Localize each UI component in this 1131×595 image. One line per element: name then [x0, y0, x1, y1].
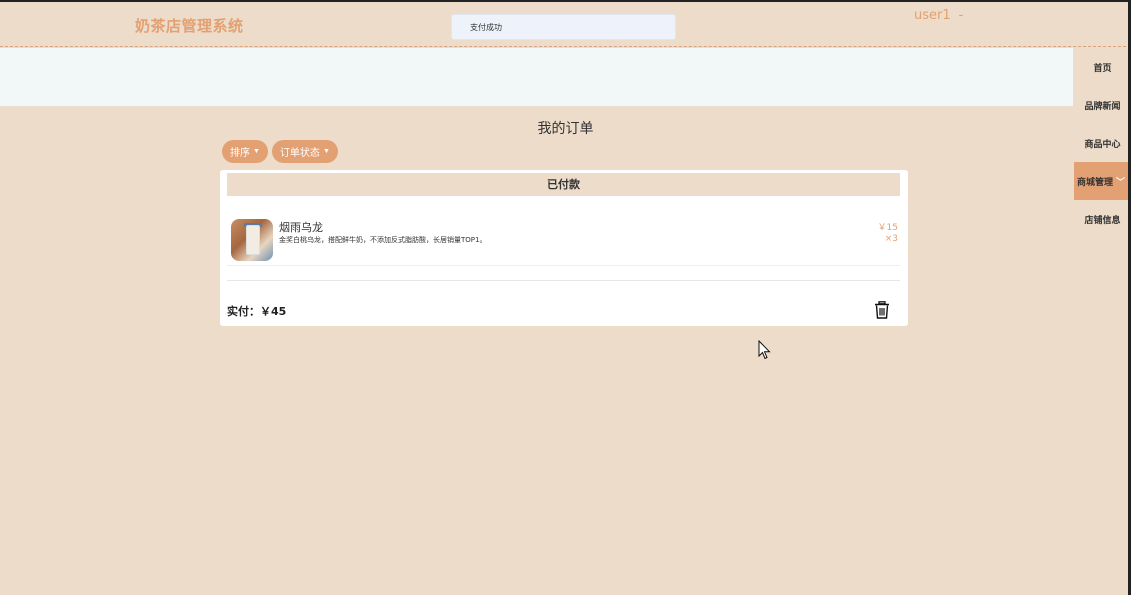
right-nav: 首页 品牌新闻 商品中心 商城管理 ﹀ 店铺信息 — [1074, 48, 1131, 238]
nav-label: 品牌新闻 — [1084, 101, 1121, 112]
paid-total: 实付：￥45 — [227, 305, 287, 318]
nav-label: 店铺信息 — [1084, 215, 1121, 226]
order-status-label: 订单状态 — [279, 148, 320, 159]
chevron-down-icon: ﹀ — [1116, 177, 1126, 188]
product-price: ￥15 — [877, 223, 898, 233]
sort-dropdown[interactable]: 排序 ▼ — [222, 140, 268, 163]
filter-bar: 排序 ▼ 订单状态 ▼ — [222, 140, 338, 163]
toast-message: 支付成功 — [451, 14, 676, 40]
trash-icon[interactable] — [874, 301, 890, 319]
user-menu[interactable]: user1- — [914, 8, 963, 23]
nav-item-mall-management[interactable]: 商城管理 ﹀ — [1074, 162, 1131, 200]
page-title: 我的订单 — [537, 121, 594, 137]
product-thumbnail[interactable] — [231, 219, 273, 261]
product-quantity: ×3 — [884, 234, 898, 244]
order-status-badge: 已付款 — [227, 173, 900, 196]
nav-label: 商品中心 — [1084, 139, 1121, 150]
nav-item-home[interactable]: 首页 — [1074, 48, 1131, 86]
sort-label: 排序 — [230, 148, 250, 159]
nav-item-store-info[interactable]: 店铺信息 — [1074, 200, 1131, 238]
divider — [227, 280, 900, 281]
order-card: 已付款 烟雨乌龙 金奖白桃乌龙，搭配鲜牛奶，不添加反式脂肪酸，长居销量TOP1。… — [220, 170, 908, 326]
product-name: 烟雨乌龙 — [279, 221, 323, 234]
caret-down-icon: ▼ — [322, 148, 330, 155]
order-status-dropdown[interactable]: 订单状态 ▼ — [271, 140, 338, 163]
product-description: 金奖白桃乌龙，搭配鲜牛奶，不添加反式脂肪酸，长居销量TOP1。 — [279, 236, 487, 244]
cup-shape — [246, 225, 260, 255]
order-item-row[interactable]: 烟雨乌龙 金奖白桃乌龙，搭配鲜牛奶，不添加反式脂肪酸，长居销量TOP1。 ￥15… — [227, 208, 900, 266]
brand-title[interactable]: 奶茶店管理系统 — [135, 15, 244, 36]
banner — [0, 48, 1073, 106]
nav-label: 首页 — [1093, 63, 1112, 74]
caret-down-icon: ▼ — [253, 148, 260, 155]
user-menu-mark[interactable]: - — [959, 8, 964, 23]
nav-label: 商城管理 — [1077, 177, 1114, 188]
mouse-pointer-icon — [758, 340, 771, 360]
top-bar: 奶茶店管理系统 支付成功 user1- — [0, 0, 1131, 47]
username[interactable]: user1 — [914, 8, 951, 23]
